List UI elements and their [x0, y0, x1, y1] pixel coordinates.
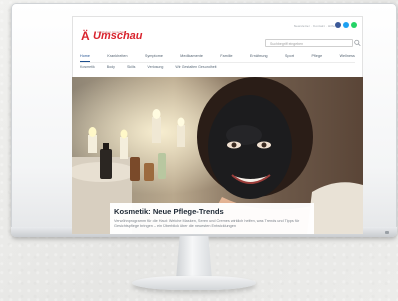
- subnav-item-body[interactable]: Body: [107, 65, 115, 73]
- whatsapp-icon[interactable]: [351, 22, 357, 28]
- monitor-stand-neck: [176, 236, 212, 280]
- nav-item-krankheiten[interactable]: Krankheiten: [107, 54, 127, 62]
- subnav-item-kosmetik[interactable]: Kosmetik: [80, 65, 95, 73]
- nav-item-familie[interactable]: Familie: [220, 54, 232, 62]
- article-teaser[interactable]: Kosmetik: Neue Pflege-Trends Verwöhnprog…: [110, 203, 314, 234]
- nav-item-wellness[interactable]: Wellness: [340, 54, 355, 62]
- twitter-icon[interactable]: [343, 22, 349, 28]
- nav-item-sport[interactable]: Sport: [285, 54, 294, 62]
- nav-item-symptome[interactable]: Symptome: [145, 54, 163, 62]
- top-links[interactable]: Newsletter · Kontakt · Hilfe: [294, 24, 335, 28]
- article-title[interactable]: Kosmetik: Neue Pflege-Trends: [114, 207, 310, 216]
- screen: Newsletter · Kontakt · Hilfe Ä Umschau A…: [72, 16, 363, 234]
- secondary-nav: Kosmetik Body Skills Verlosung Wir Gesta…: [80, 65, 355, 73]
- pharmacy-a-icon: Ä: [81, 28, 90, 43]
- subnav-item-gesundheit[interactable]: Wir Gestalten Gesundheit: [175, 65, 216, 73]
- nav-item-home[interactable]: Home: [80, 54, 90, 62]
- logo-tagline: Apotheken Umschau: [97, 30, 125, 34]
- facebook-icon[interactable]: [335, 22, 341, 28]
- search-input[interactable]: Suchbegriff eingeben: [265, 39, 353, 47]
- search-icon[interactable]: [354, 39, 361, 47]
- hero-image[interactable]: Kosmetik: Neue Pflege-Trends Verwöhnprog…: [72, 77, 363, 234]
- power-led: [385, 231, 389, 234]
- article-teaser-line-2: Gesichtspflege bringen – ein Überblick ü…: [114, 224, 236, 228]
- subnav-item-skills[interactable]: Skills: [127, 65, 135, 73]
- subnav-item-verlosung[interactable]: Verlosung: [147, 65, 163, 73]
- nav-item-medikamente[interactable]: Medikamente: [180, 54, 203, 62]
- monitor-stand-base: [132, 276, 256, 290]
- primary-nav: Home Krankheiten Symptome Medikamente Fa…: [80, 54, 355, 63]
- nav-item-pflege[interactable]: Pflege: [311, 54, 322, 62]
- social-icons: [335, 22, 357, 28]
- monitor: Newsletter · Kontakt · Hilfe Ä Umschau A…: [11, 3, 397, 237]
- nav-item-ernaehrung[interactable]: Ernährung: [250, 54, 268, 62]
